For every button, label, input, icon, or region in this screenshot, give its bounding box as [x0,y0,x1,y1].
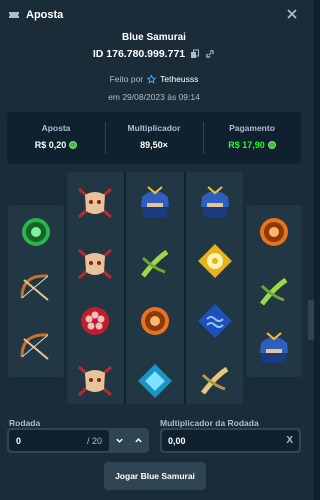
round-value: 0 [16,435,22,446]
round-decrement-button[interactable] [110,430,128,451]
symbol-tomoe-orange [141,307,169,335]
chevron-up-icon [134,438,142,443]
round-multiplier-value: 0,00 [168,435,186,446]
bet-modal: Aposta Blue Samurai ID 176.780.999.771 F… [0,0,308,500]
round-multiplier-input[interactable]: 0,00 X [162,430,299,451]
round-stepper: 0 / 20 [7,428,149,453]
symbol-tomoe-orange [260,218,288,246]
round-total: / 20 [86,435,102,446]
round-input[interactable]: 0 / 20 [9,430,109,451]
slot-board [8,172,302,404]
round-label: Rodada [9,418,41,428]
background-strip [308,0,314,500]
play-game-button[interactable]: Jogar Blue Samurai [104,462,206,490]
chevron-down-icon [115,438,123,443]
round-increment-button[interactable] [129,430,147,451]
symbol-mon-red [81,307,109,335]
round-multiplier-label: Multiplicador da Rodada [160,418,259,428]
symbol-tomoe-green [22,218,50,246]
round-multiplier-field: 0,00 X [160,428,301,453]
clear-button[interactable]: X [286,435,293,446]
